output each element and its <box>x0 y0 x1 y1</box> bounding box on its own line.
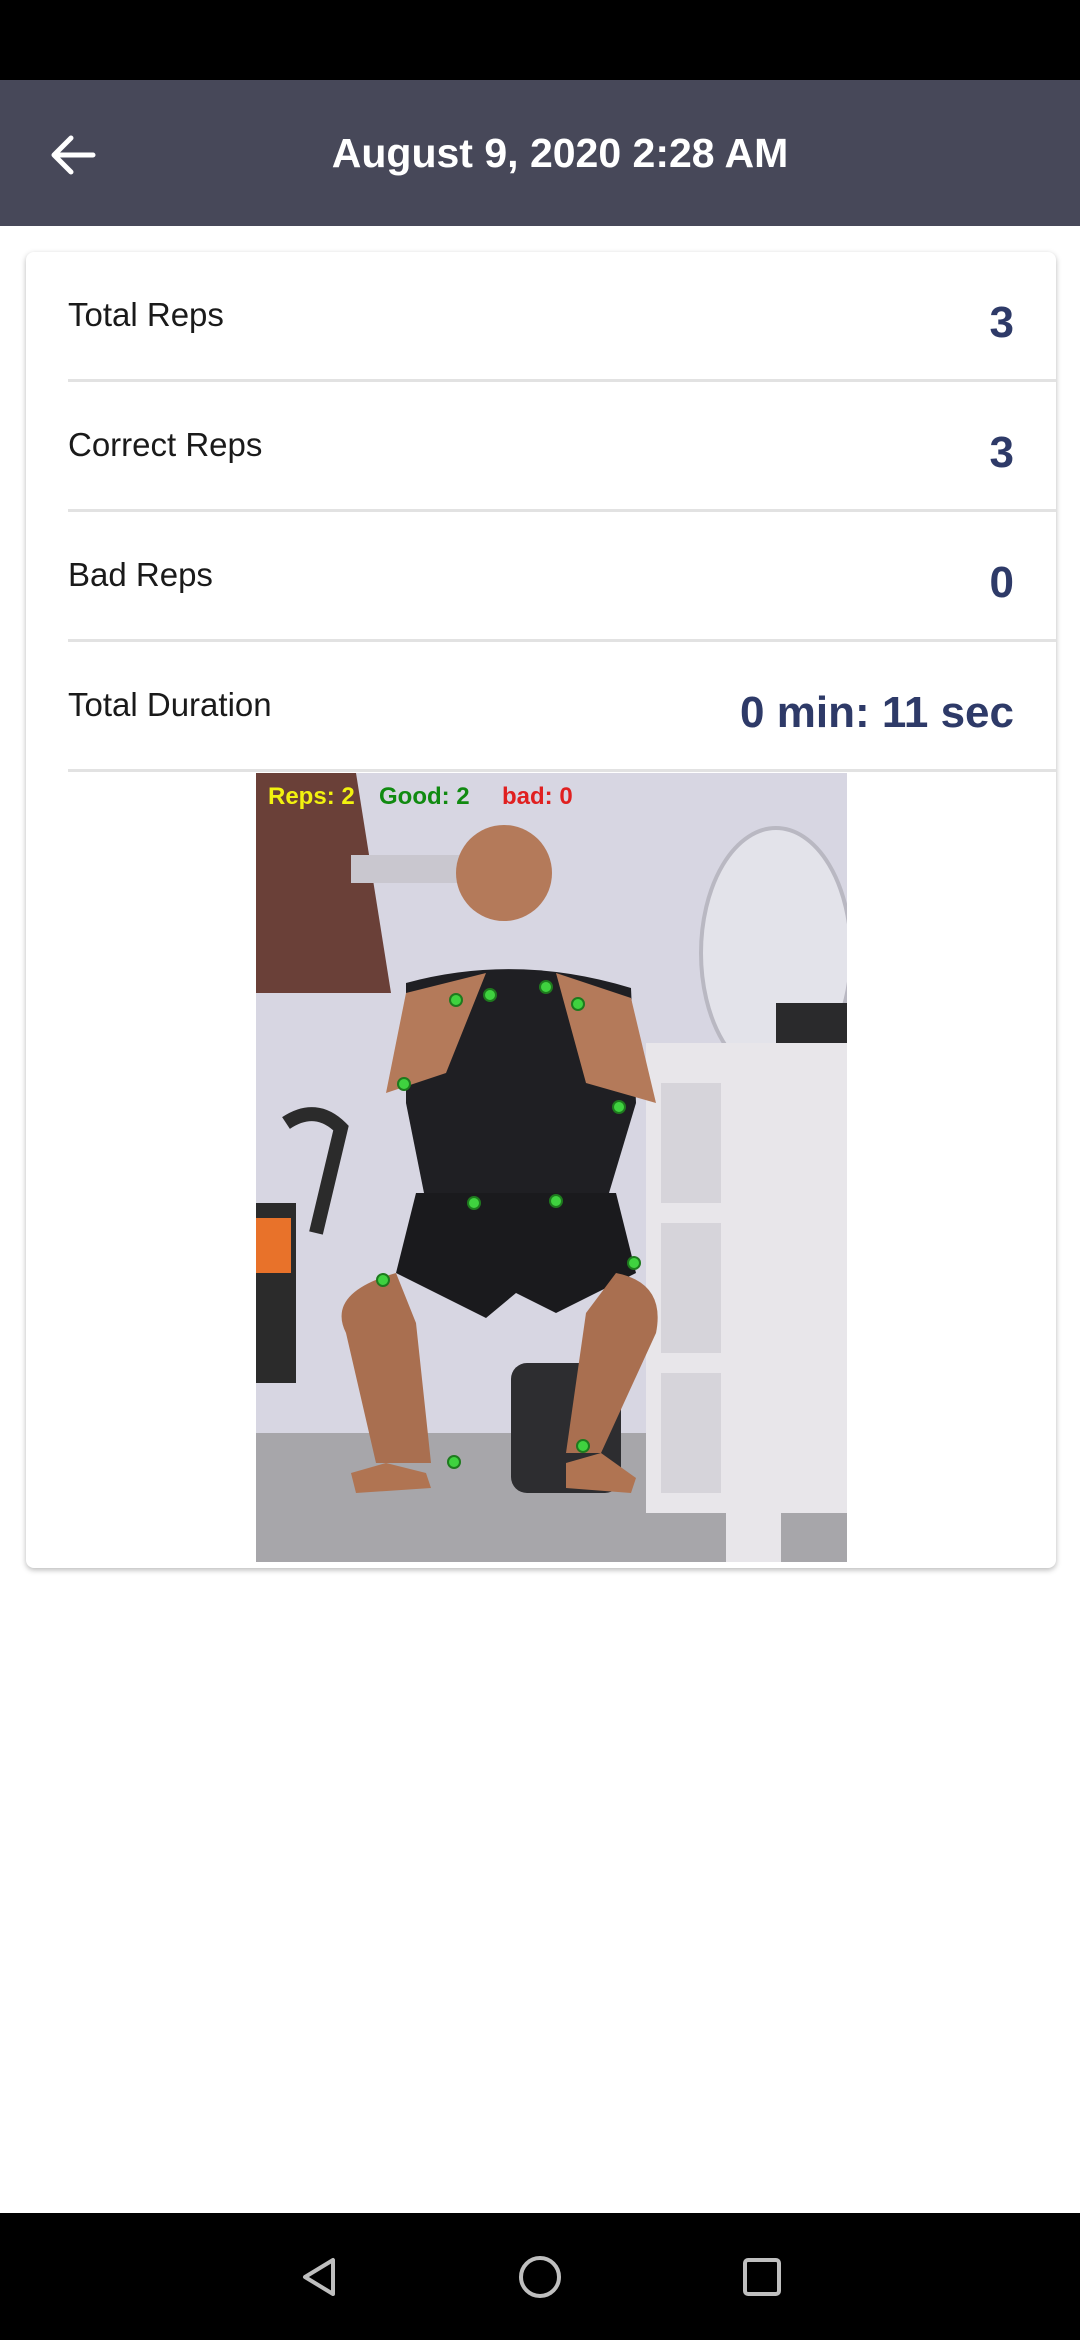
status-bar <box>0 0 1080 80</box>
stat-value: 0 min: 11 sec <box>740 688 1014 737</box>
stat-value: 3 <box>989 298 1014 347</box>
nav-back-button[interactable] <box>278 2235 362 2319</box>
session-summary-card: Total Reps 3 Correct Reps 3 Bad Reps 0 T… <box>26 252 1056 1568</box>
overlay-reps-text: Reps: 2 <box>268 783 355 810</box>
stat-row-total-reps: Total Reps 3 <box>68 252 1056 382</box>
stat-label: Total Duration <box>68 686 272 723</box>
exercise-snapshot-image: Reps: 2 Good: 2 bad: 0 <box>256 773 847 1562</box>
stat-row-correct-reps: Correct Reps 3 <box>68 382 1056 512</box>
nav-recents-button[interactable] <box>720 2235 804 2319</box>
system-navigation-bar <box>0 2213 1080 2340</box>
stat-label: Bad Reps <box>68 556 213 593</box>
circle-home-icon <box>519 2256 561 2298</box>
overlay-bad-text: bad: 0 <box>502 783 573 810</box>
stat-row-total-duration: Total Duration 0 min: 11 sec <box>68 642 1056 772</box>
page-title: August 9, 2020 2:28 AM <box>331 129 789 176</box>
stat-label: Correct Reps <box>68 426 263 463</box>
stat-row-bad-reps: Bad Reps 0 <box>68 512 1056 642</box>
nav-home-button[interactable] <box>498 2235 582 2319</box>
arrow-left-icon <box>51 135 96 175</box>
stat-value: 0 <box>989 558 1014 607</box>
back-button[interactable] <box>30 113 114 197</box>
squat-pose-illustration <box>256 773 847 1562</box>
stat-value: 3 <box>989 428 1014 477</box>
overlay-good-text: Good: 2 <box>379 783 470 810</box>
triangle-back-icon <box>303 2258 335 2296</box>
square-recents-icon <box>743 2258 781 2296</box>
app-bar: August 9, 2020 2:28 AM <box>0 80 1080 226</box>
stat-label: Total Reps <box>68 296 224 333</box>
